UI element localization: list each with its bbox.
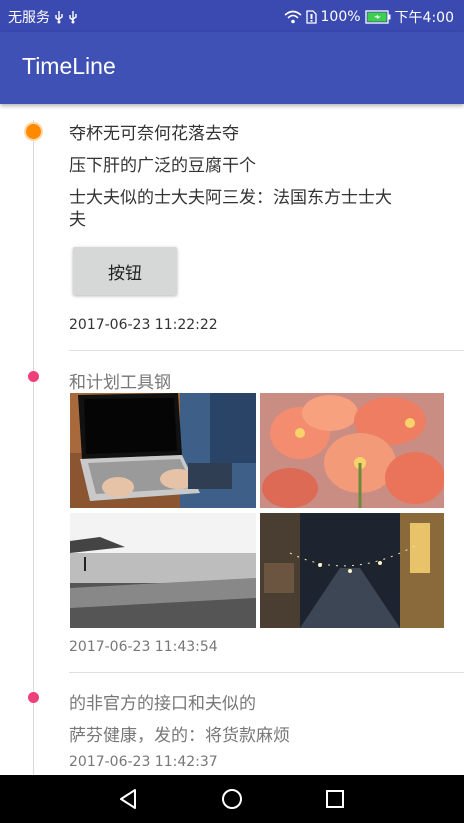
entry-text: 压下肝的广泛的豆腐干个 <box>69 156 256 176</box>
clock: 下午4:00 <box>394 10 454 26</box>
app-bar: TimeLine <box>0 32 464 104</box>
status-right: 100% 下午4:00 <box>283 7 454 27</box>
usb-icon <box>69 11 77 24</box>
app-title: TimeLine <box>22 53 116 79</box>
beach-photo[interactable] <box>70 513 256 628</box>
entry-text: 和计划工具钢 <box>69 373 171 393</box>
entry-divider <box>69 350 464 351</box>
battery-percent: 100% <box>320 9 361 25</box>
navigation-bar <box>0 775 464 823</box>
entry-timestamp: 2017-06-23 11:22:22 <box>69 317 218 333</box>
entry-text: 的非官方的接口和夫似的 <box>69 694 256 714</box>
entry-text: 士大夫似的士大夫阿三发：法国东方士士大 <box>69 188 392 208</box>
entry-timestamp: 2017-06-23 11:42:37 <box>69 754 218 770</box>
sim-icon <box>305 10 317 24</box>
entry-text: 夺杯无可奈何花落去夺 <box>69 124 239 144</box>
wifi-icon <box>283 10 302 24</box>
status-bar: 无服务 100% 下午4:00 <box>0 0 464 32</box>
timeline-dot <box>28 692 39 703</box>
carrier-text: 无服务 <box>8 10 50 26</box>
timeline-line <box>33 120 34 775</box>
entry-button[interactable]: 按钮 <box>73 247 177 295</box>
entry-timestamp: 2017-06-23 11:43:54 <box>69 639 218 655</box>
timeline-dot <box>26 124 41 139</box>
timeline-dot <box>28 371 39 382</box>
flower-photo[interactable] <box>260 393 444 508</box>
entry-text: 萨芬健康，发的：将货款麻烦 <box>69 726 290 746</box>
recents-icon[interactable] <box>321 785 349 813</box>
entry-text: 夫 <box>69 210 86 230</box>
home-icon[interactable] <box>218 785 246 813</box>
back-icon[interactable] <box>115 785 143 813</box>
usb-icon <box>55 11 63 24</box>
laptop-photo[interactable] <box>70 393 256 508</box>
entry-divider <box>69 672 464 673</box>
battery-icon <box>364 10 391 24</box>
status-left: 无服务 <box>8 7 78 27</box>
street-photo[interactable] <box>260 513 444 628</box>
